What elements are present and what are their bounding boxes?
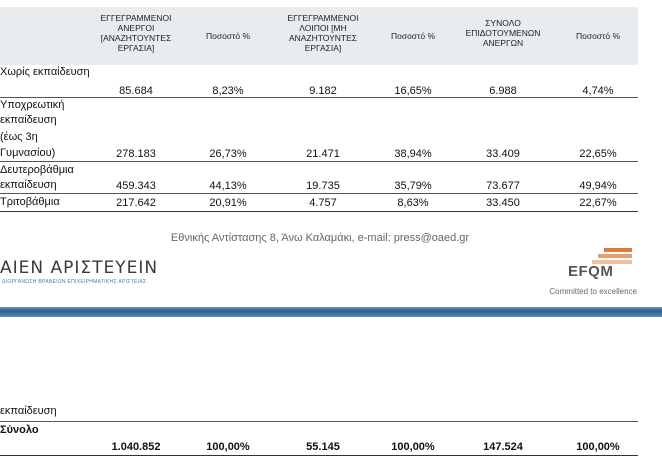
award-logo: ΑΙΕΝ ΑΡΙΣΤΕΥΕΙΝ [0,258,159,278]
row-label-compulsory-3: (έως 3η [0,131,38,143]
total-cell: 100,00% [576,441,620,453]
table-cell: 217.642 [116,197,156,209]
header-percent-1: Ποσοστό % [205,31,251,41]
table-cell: 38,94% [394,148,432,160]
header-percent-3: Ποσοστό % [575,31,621,41]
header-percent-2: Ποσοστό % [390,31,436,41]
table-bottom-rule [0,211,638,212]
row-label-compulsory-4: Γυμνασίου) [0,147,56,159]
table-cell: 73.677 [486,180,520,192]
header-registered-other: ΕΓΓΕΓΡΑΜΜΕΝΟΙ ΛΟΙΠΟΙ [ΜΗ ΑΝΑΖΗΤΟΥΝΤΕΣ ΕΡ… [287,13,359,53]
row-divider [0,421,638,422]
footer-address: Εθνικής Αντίστασης 8, Άνω Καλαμάκι, e-ma… [170,232,470,244]
efqm-stripe [604,248,632,252]
table-cell: 459.343 [116,180,156,192]
table-cell: 20,91% [209,197,247,209]
table-cell: 278.183 [116,148,156,160]
total-cell: 147.524 [483,441,523,453]
row-divider [0,97,638,98]
table-cell: 21.471 [306,148,340,160]
table-cell: 22,67% [579,197,617,209]
table-cell: 44,13% [209,180,247,192]
table-cell: 33.409 [486,148,520,160]
row-label-tertiary: Τριτοβάθμια [0,196,60,208]
table-cell: 22,65% [579,148,617,160]
row-divider [0,161,638,162]
efqm-tagline: Committed to excellence [549,287,637,296]
header-registered-seeking: ΕΓΓΕΓΡΑΜΜΕΝΟΙ ΑΝΕΡΓΟΙ [ΑΝΑΖΗΤΟΥΝΤΕΣ ΕΡΓΑ… [100,13,172,53]
row-label-compulsory-2: εκπαίδευση [0,114,57,126]
table-cell: 35,79% [394,180,432,192]
total-cell: 1.040.852 [111,441,161,453]
row-label-secondary-1: Δευτεροβάθμια [0,164,74,176]
header-subsidized-total: ΣΥΝΟΛΟ ΕΠΙΔΟΤΟΥΜΕΝΩΝ ΑΝΕΡΓΩΝ [465,18,541,48]
table-cell: 26,73% [209,148,247,160]
table-cell: 49,94% [579,180,617,192]
efqm-stripe [598,254,632,258]
efqm-wordmark: EFQM [568,263,614,280]
efqm-logo: EFQM [568,248,634,288]
total-cell: 100,00% [391,441,435,453]
row-divider [0,193,638,194]
row-label-no-education: Χωρίς εκπαίδευση [0,66,90,78]
table-cell: 8,63% [397,197,429,209]
row-label-secondary-2: εκπαίδευση [0,179,57,191]
row-label-education-cont: εκπαίδευση [0,405,57,417]
table-cell: 33.450 [486,197,520,209]
table-cell: 4.757 [309,197,337,209]
total-row-label: Σύνολο [0,424,39,436]
total-cell: 55.145 [306,441,340,453]
page-divider-band [0,307,662,317]
table-cell: 19.735 [306,180,340,192]
total-cell: 100,00% [206,441,250,453]
row-label-compulsory-1: Υποχρεωτική [0,99,65,111]
award-logo-subtitle: ΔΙΟΡΓΑΝΩΣΗ ΒΡΑΒΕΙΩΝ ΕΠΙΧΕΙΡΗΜΑΤΙΚΗΣ ΑΡΙΣ… [2,279,147,285]
table-bottom-rule [0,455,638,456]
